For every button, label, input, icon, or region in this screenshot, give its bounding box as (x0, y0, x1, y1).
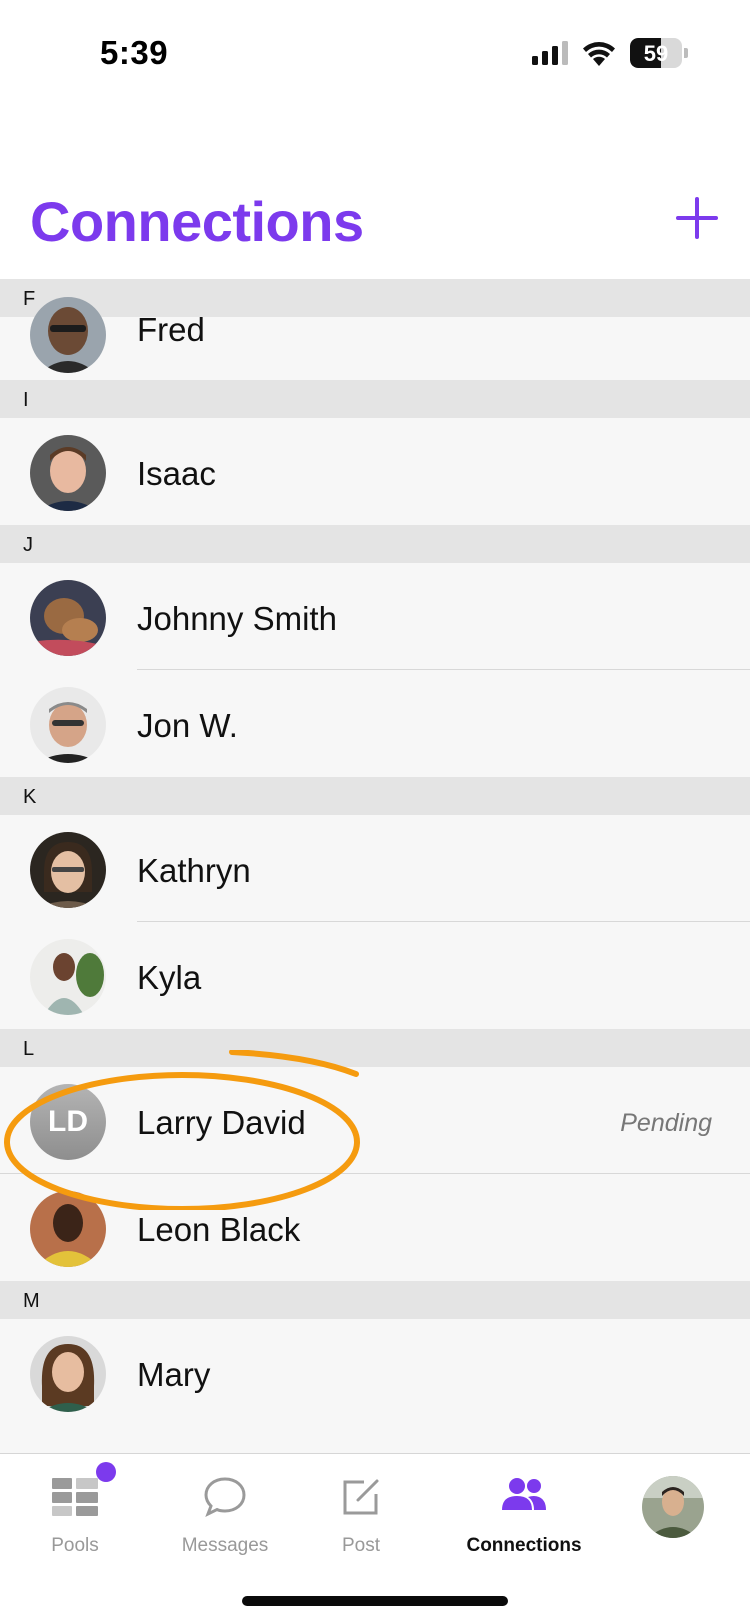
contact-row-leon-black[interactable]: Leon Black (0, 1174, 750, 1281)
contact-row-kyla[interactable]: Kyla (0, 922, 750, 1029)
contact-avatar (30, 832, 106, 908)
section-header-k: K (0, 777, 750, 815)
contact-row-jon-w[interactable]: Jon W. (0, 670, 750, 777)
tab-label: Connections (466, 1535, 582, 1556)
status-icons: 59 (532, 38, 688, 68)
pending-status: Pending (620, 1109, 712, 1137)
tab-pools[interactable]: Pools (0, 1454, 150, 1574)
home-indicator (242, 1596, 508, 1606)
tab-messages[interactable]: Messages (150, 1454, 300, 1574)
initials-avatar: LD (30, 1084, 106, 1160)
tab-post[interactable]: Post (286, 1454, 436, 1574)
section-header-f: F (0, 279, 750, 317)
contact-row-kathryn[interactable]: Kathryn (0, 815, 750, 922)
tab-bar: Pools Messages Post Connections (0, 1453, 750, 1573)
contact-name: Johnny Smith (137, 600, 337, 637)
section-header-i: I (0, 380, 750, 418)
section-header-m: M (0, 1281, 750, 1319)
contact-name: Jon W. (137, 707, 238, 744)
contact-name: Mary (137, 1356, 211, 1393)
contact-row-johnny-smith[interactable]: Johnny Smith (0, 563, 750, 670)
contact-name: Kathryn (137, 852, 251, 889)
contact-avatar (30, 297, 106, 373)
battery-icon: 59 (630, 38, 682, 68)
header: Connections (0, 175, 750, 279)
contact-name: Leon Black (137, 1211, 301, 1248)
contact-row-mary[interactable]: Mary (0, 1319, 750, 1426)
signal-icon (532, 41, 568, 65)
contact-row-isaac[interactable]: Isaac (0, 418, 750, 525)
contact-avatar (30, 580, 106, 656)
contact-name: Fred (137, 311, 205, 348)
compose-icon (343, 1479, 379, 1515)
connections-list[interactable]: F Fred I Isaac J Johnny Smith Jon W. K K… (0, 279, 750, 1453)
pools-icon (52, 1478, 98, 1516)
contact-avatar (30, 939, 106, 1015)
contact-name: Kyla (137, 959, 202, 996)
status-bar: 5:39 59 (0, 0, 750, 110)
status-time: 5:39 (100, 34, 169, 71)
contact-avatar (30, 1336, 106, 1412)
page-title: Connections (30, 190, 364, 253)
tab-label: Pools (51, 1535, 99, 1556)
section-header-j: J (0, 525, 750, 563)
tab-label: Post (341, 1535, 381, 1556)
tab-label: Messages (181, 1535, 269, 1556)
contact-avatar (30, 687, 106, 763)
section-header-l: L (0, 1029, 750, 1067)
contact-name: Isaac (137, 455, 216, 492)
chat-bubble-icon (204, 1477, 246, 1518)
battery-level: 59 (643, 41, 669, 66)
battery-nub (684, 48, 688, 58)
wifi-icon (583, 42, 615, 66)
add-connection-button[interactable] (676, 197, 718, 239)
people-icon (502, 1478, 546, 1510)
contact-avatar (30, 435, 106, 511)
tab-connections[interactable]: Connections (449, 1454, 599, 1574)
contact-name: Larry David (137, 1104, 306, 1141)
contact-avatar (30, 1191, 106, 1267)
contact-row-larry-david[interactable]: LD Larry David Pending (0, 1067, 750, 1174)
profile-avatar[interactable] (642, 1476, 704, 1538)
notification-badge (96, 1462, 116, 1482)
contact-row-fred[interactable]: Fred (0, 297, 750, 380)
